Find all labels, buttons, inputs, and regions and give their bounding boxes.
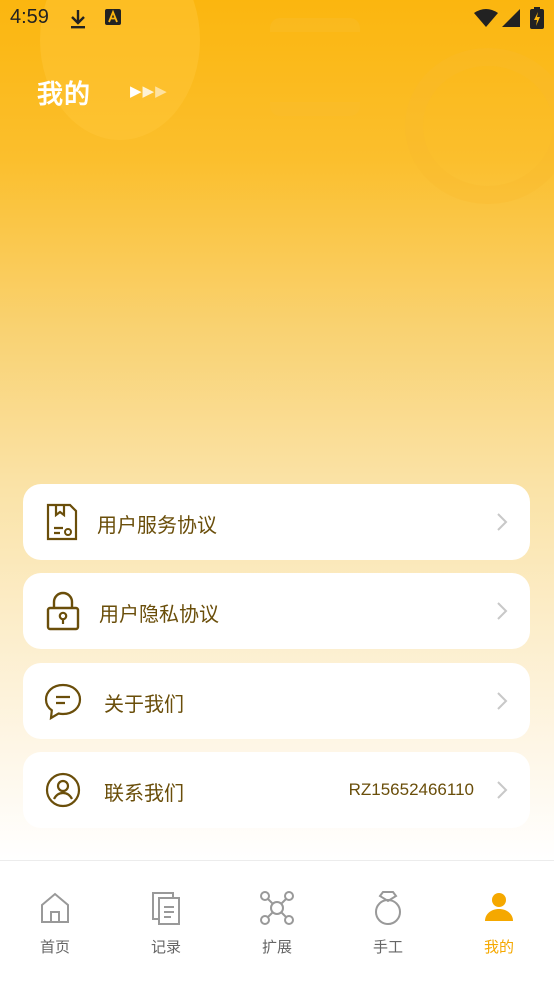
menu-item-label: 用户服务协议 <box>97 513 217 537</box>
tab-label: 扩展 <box>261 938 292 956</box>
extension-icon <box>260 891 294 925</box>
chevron-right-icon <box>496 780 508 800</box>
status-bar: 4:59 <box>0 0 554 36</box>
chevron-right-icon <box>496 691 508 711</box>
menu-item-label: 用户隐私协议 <box>99 602 219 626</box>
menu-item-label: 联系我们 <box>104 781 184 805</box>
background-decoration <box>405 48 554 204</box>
title-arrows-decoration: ▶▶▶ <box>130 82 168 100</box>
person-icon <box>485 893 513 921</box>
tab-handmade[interactable]: 手工 <box>333 861 443 971</box>
menu-item-about-us[interactable]: 关于我们 <box>23 663 530 739</box>
tab-label: 我的 <box>483 938 514 956</box>
menu-item-privacy-agreement[interactable]: 用户隐私协议 <box>23 573 530 649</box>
tab-mine[interactable]: 我的 <box>444 861 554 971</box>
menu-item-contact-us[interactable]: 联系我们 RZ15652466110 <box>23 752 530 828</box>
records-icon <box>152 892 180 925</box>
tab-label: 首页 <box>39 938 70 956</box>
download-icon <box>68 8 88 34</box>
tab-label: 记录 <box>150 938 181 956</box>
wifi-icon <box>474 9 498 31</box>
home-icon <box>41 892 69 923</box>
contact-id-value: RZ15652466110 <box>348 780 474 799</box>
document-icon <box>43 502 83 542</box>
battery-icon <box>530 7 544 33</box>
menu-item-label: 关于我们 <box>104 692 184 716</box>
bottom-tab-bar: 首页 记录 扩展 手工 我的 <box>0 860 554 985</box>
tab-records[interactable]: 记录 <box>111 861 221 971</box>
status-time: 4:59 <box>10 6 49 28</box>
chevron-right-icon <box>496 512 508 532</box>
chat-bubble-icon <box>43 681 83 721</box>
signal-icon <box>502 9 520 31</box>
tab-label: 手工 <box>372 938 403 956</box>
chevron-right-icon <box>496 601 508 621</box>
lock-icon <box>43 591 83 631</box>
page-title: 我的 <box>37 80 92 110</box>
user-circle-icon <box>43 770 83 810</box>
menu-item-service-agreement[interactable]: 用户服务协议 <box>23 484 530 560</box>
app-notification-icon <box>104 8 122 30</box>
tab-extension[interactable]: 扩展 <box>222 861 332 971</box>
tab-home[interactable]: 首页 <box>0 861 110 971</box>
ring-icon <box>375 891 401 925</box>
